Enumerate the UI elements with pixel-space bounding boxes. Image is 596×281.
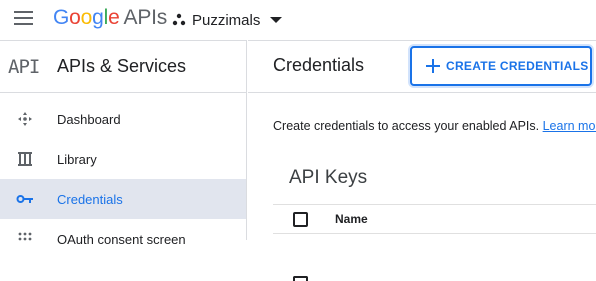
intro-text: Create credentials to access your enable… (273, 119, 596, 133)
sidebar-item-label: OAuth consent screen (57, 231, 186, 247)
project-icon (172, 13, 186, 26)
library-icon (0, 151, 57, 167)
project-name: Puzzimals (192, 11, 261, 29)
menu-icon[interactable] (14, 11, 34, 27)
sidebar-item-dashboard[interactable]: Dashboard (0, 99, 246, 139)
google-apis-logo[interactable]: Google APIs (53, 4, 167, 32)
sidebar-item-library[interactable]: Library (0, 139, 246, 179)
sidebar-header: API APIs & Services (0, 41, 246, 93)
create-credentials-label: CREATE CREDENTIALS (446, 59, 589, 73)
row-checkbox[interactable] (293, 276, 308, 281)
sidebar-item-label: Dashboard (57, 111, 121, 127)
page-title: Credentials (273, 55, 365, 75)
api-icon: API (8, 55, 40, 78)
sidebar: API APIs & Services Dashboard Library Cr… (0, 40, 247, 247)
main-header: Credentials CREATE CREDENTIALS (248, 41, 596, 93)
top-bar: Google APIs Puzzimals (0, 0, 596, 40)
api-keys-table-header: Name (273, 204, 596, 234)
chevron-down-icon (270, 17, 283, 23)
intro-description: Create credentials to access your enable… (273, 119, 540, 133)
column-header-name[interactable]: Name (335, 212, 368, 226)
main-content: Credentials CREATE CREDENTIALS Create cr… (248, 40, 596, 281)
plus-icon (426, 59, 440, 73)
sidebar-item-credentials[interactable]: Credentials (0, 179, 246, 219)
sidebar-title: APIs & Services (57, 56, 187, 76)
sidebar-nav: Dashboard Library Credentials OAuth cons… (0, 93, 246, 259)
sidebar-item-label: Credentials (57, 191, 123, 207)
key-icon (0, 193, 57, 205)
create-credentials-button[interactable]: CREATE CREDENTIALS (410, 46, 592, 86)
section-title-api-keys: API Keys (289, 167, 368, 188)
oauth-icon (0, 232, 57, 246)
learn-more-link[interactable]: Learn more (543, 119, 596, 133)
dashboard-icon (0, 111, 57, 127)
select-all-checkbox[interactable] (293, 211, 308, 227)
sidebar-item-label: Library (57, 151, 97, 167)
project-selector[interactable]: Puzzimals (172, 6, 283, 34)
sidebar-item-oauth-consent-screen[interactable]: OAuth consent screen (0, 219, 246, 259)
